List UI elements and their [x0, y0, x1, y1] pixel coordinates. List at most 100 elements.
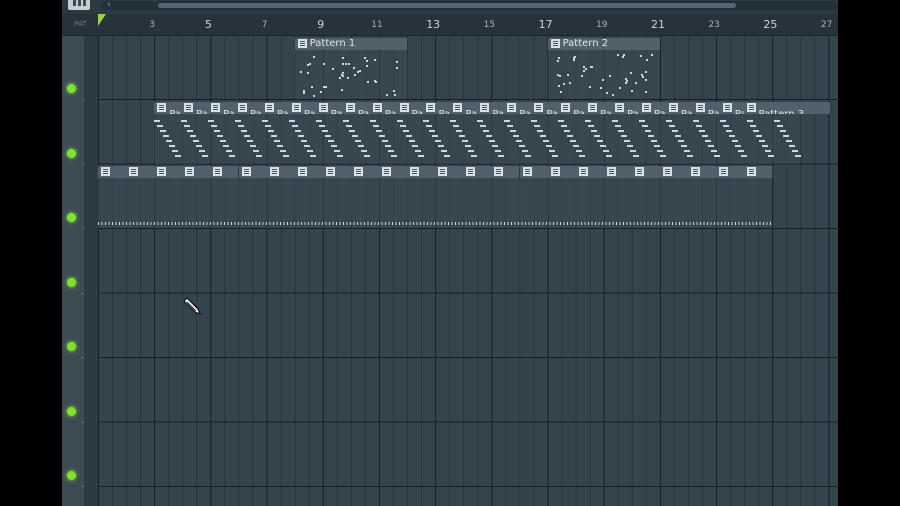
- clip-header[interactable]: Pa: [558, 102, 587, 114]
- note-preview: [665, 120, 672, 122]
- clip-header[interactable]: Pa: [261, 102, 290, 114]
- clip-header[interactable]: [294, 166, 324, 178]
- note-preview: [791, 150, 798, 152]
- track-mute-led[interactable]: [67, 406, 76, 416]
- clip-header[interactable]: [379, 166, 409, 178]
- clip-header[interactable]: Pa: [531, 102, 560, 114]
- pattern-clip[interactable]: Pattern 1: [294, 38, 408, 99]
- note-preview: [644, 79, 647, 81]
- pattern-clip-row[interactable]: [98, 166, 774, 228]
- note-preview: [722, 125, 729, 127]
- clip-header[interactable]: Pattern 2: [547, 38, 660, 50]
- clip-header[interactable]: [491, 166, 521, 178]
- note-preview: [755, 135, 762, 137]
- clip-header[interactable]: [407, 166, 437, 178]
- clip-header[interactable]: [744, 166, 774, 178]
- clip-title: Pa: [438, 109, 450, 114]
- clip-header[interactable]: [660, 166, 690, 178]
- note-preview: [626, 145, 633, 147]
- clip-header[interactable]: [210, 166, 240, 178]
- track-mute-led[interactable]: [67, 277, 76, 287]
- clip-header[interactable]: Pa: [208, 102, 236, 114]
- note-preview: [616, 54, 619, 56]
- note-preview: [549, 150, 556, 152]
- note-preview: [211, 125, 218, 127]
- clip-header[interactable]: [519, 166, 549, 178]
- pattern-clip-icon: [507, 103, 517, 112]
- note-preview: [677, 140, 684, 142]
- timeline-ruler[interactable]: PAT 3 5 7 9 11 13 15 17 19 21 23 25 27: [62, 14, 838, 36]
- piano-roll-icon[interactable]: [68, 0, 90, 10]
- clip-header[interactable]: [154, 166, 184, 178]
- pattern-clip-icon: [157, 103, 167, 112]
- note-preview: [327, 140, 334, 142]
- clip-header[interactable]: Pattern 1: [294, 38, 408, 50]
- note-preview: [564, 130, 571, 132]
- note-preview: [704, 140, 711, 142]
- note-preview: [341, 57, 344, 59]
- clip-header[interactable]: [98, 166, 128, 178]
- pattern-clip[interactable]: Pattern 2: [547, 38, 660, 99]
- clip-header[interactable]: Pa: [369, 102, 398, 114]
- note-preview: [193, 140, 200, 142]
- clip-header[interactable]: Pattern 3: [743, 102, 832, 114]
- clip-header[interactable]: Pa: [504, 102, 533, 114]
- track-mute-led[interactable]: [67, 342, 76, 351]
- clip-header[interactable]: Pa: [585, 102, 613, 114]
- horizontal-scrollbar[interactable]: ‹: [102, 1, 838, 10]
- note-preview: [276, 145, 283, 147]
- clip-header[interactable]: Pa: [611, 102, 640, 114]
- clip-header[interactable]: [126, 166, 156, 178]
- track-mute-led[interactable]: [67, 213, 76, 222]
- note-preview: [647, 135, 654, 137]
- clip-header[interactable]: [182, 166, 212, 178]
- clip-header[interactable]: Pa: [288, 102, 317, 114]
- pattern-clip-row[interactable]: Pa Pa Pa Pa Pa Pa Pa Pa Pa Pa Pa Pa Pa Pa Pa Pa Pa Pa Pa Pa…: [154, 102, 832, 164]
- song-position-marker[interactable]: [98, 14, 106, 26]
- clip-header[interactable]: Pa: [234, 102, 263, 114]
- note-preview: [331, 68, 334, 70]
- note-preview: [172, 150, 179, 152]
- clip-header[interactable]: [463, 166, 493, 178]
- note-preview: [558, 75, 561, 77]
- note-preview: [308, 63, 311, 65]
- clip-header[interactable]: Pa: [638, 102, 667, 114]
- clip-header[interactable]: [716, 166, 746, 178]
- bar-number: 17: [538, 18, 553, 31]
- clip-title: Pa: [196, 109, 208, 114]
- pattern-clip-icon: [561, 103, 571, 112]
- clip-header[interactable]: [603, 166, 633, 178]
- track-mute-led[interactable]: [67, 471, 76, 480]
- clip-header[interactable]: [547, 166, 577, 178]
- clip-header[interactable]: [350, 166, 380, 178]
- clip-header[interactable]: [435, 166, 465, 178]
- clip-header[interactable]: Pa: [450, 102, 479, 114]
- clip-header[interactable]: [266, 166, 296, 178]
- clip-header[interactable]: [575, 166, 605, 178]
- clip-header[interactable]: [322, 166, 352, 178]
- clip-header[interactable]: Pa: [181, 102, 210, 114]
- clip-header[interactable]: Pa: [342, 102, 371, 114]
- bar-number: 15: [483, 20, 496, 30]
- note-preview: [402, 130, 409, 132]
- clip-header[interactable]: [238, 166, 268, 178]
- note-preview: [351, 135, 358, 137]
- clip-header[interactable]: Pa: [154, 102, 183, 114]
- clip-header[interactable]: [631, 166, 661, 178]
- clip-header[interactable]: Pa: [692, 102, 721, 114]
- clip-header[interactable]: Pa: [665, 102, 694, 114]
- clip-header[interactable]: Pa: [423, 102, 452, 114]
- track-mute-led[interactable]: [67, 148, 76, 158]
- scrollbar-thumb[interactable]: [158, 3, 736, 8]
- scroll-left-arrow-icon[interactable]: ‹: [104, 1, 114, 10]
- clip-header[interactable]: [688, 166, 718, 178]
- note-preview: [572, 59, 575, 61]
- clip-header[interactable]: Pa: [477, 102, 506, 114]
- track-mute-led[interactable]: [67, 84, 76, 93]
- note-preview: [623, 140, 630, 142]
- note-preview: [223, 145, 230, 147]
- clip-header[interactable]: Pa: [315, 102, 344, 114]
- clip-header[interactable]: Pa: [396, 102, 425, 114]
- clip-title: Pa: [654, 109, 666, 114]
- note-preview: [297, 135, 304, 137]
